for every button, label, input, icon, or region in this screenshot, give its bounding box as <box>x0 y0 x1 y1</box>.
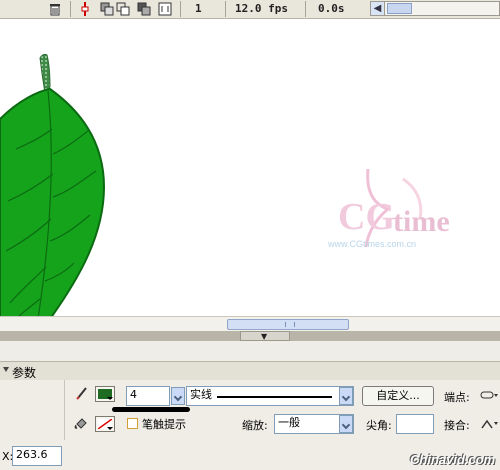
svg-text:time: time <box>393 205 450 238</box>
panel-spacer <box>0 341 500 361</box>
stage-hscrollbar[interactable] <box>0 316 500 332</box>
toolbar-divider <box>70 1 71 17</box>
leaf-body <box>0 87 106 316</box>
frame-rate: 12.0 fps <box>235 2 288 15</box>
cap-label: 端点: <box>444 391 470 404</box>
paint-bucket-icon <box>74 418 87 429</box>
watermark-text: Chinavid.com <box>410 452 496 467</box>
timeline-hscrollbar[interactable]: ◀ <box>370 1 500 16</box>
svg-text:CG: CG <box>338 196 395 238</box>
join-label: 接合: <box>444 419 470 432</box>
stroke-hinting-label: 笔触提示 <box>142 418 186 431</box>
stage-canvas[interactable]: CG time www.CGtimes.com.cn <box>0 19 500 316</box>
svg-text:www.CGtimes.com.cn: www.CGtimes.com.cn <box>327 239 416 249</box>
stroke-width-dropdown[interactable] <box>171 387 185 405</box>
modify-markers-icon[interactable] <box>158 2 172 16</box>
miter-label: 尖角: <box>366 419 392 432</box>
scale-dropdown[interactable] <box>339 415 353 433</box>
dropdown-arrow-icon <box>107 427 113 430</box>
panel-divider <box>64 380 65 440</box>
collapse-toggle[interactable]: ▼ <box>240 331 290 341</box>
fill-color-button[interactable] <box>95 416 115 432</box>
properties-panel-header[interactable]: 参数 <box>0 361 500 381</box>
stroke-width-preview <box>112 407 190 412</box>
trash-icon[interactable] <box>48 2 62 16</box>
current-frame: 1 <box>195 2 202 15</box>
stroke-style-dropdown[interactable] <box>339 387 353 405</box>
pencil-icon <box>76 387 87 400</box>
stroke-style-value: 实线 <box>190 388 212 401</box>
join-icon[interactable] <box>480 418 498 430</box>
stroke-style-preview <box>217 396 332 398</box>
watermark-logo: CG time www.CGtimes.com.cn <box>327 168 450 249</box>
stroke-style-select[interactable]: 实线 <box>186 386 354 406</box>
toolbar-divider <box>305 1 306 17</box>
properties-panel: 4 实线 自定义... 端点: 笔触提示 缩放: 一般 尖角: 接合: X: 2… <box>0 380 500 470</box>
scale-label: 缩放: <box>242 419 268 432</box>
toolbar-divider <box>180 1 181 17</box>
collapse-arrow-icon: ▼ <box>261 332 268 341</box>
scroll-left-icon[interactable]: ◀ <box>371 2 385 15</box>
elapsed-time: 0.0s <box>318 2 345 15</box>
x-position-input[interactable]: 263.6 <box>12 446 62 466</box>
leaf-stem <box>39 53 51 95</box>
expand-arrow-icon[interactable] <box>3 367 9 373</box>
grip-icon <box>285 322 295 327</box>
dropdown-arrow-icon <box>107 397 113 400</box>
edit-multiple-icon[interactable] <box>137 2 151 16</box>
stroke-hinting-checkbox[interactable] <box>127 418 138 429</box>
stroke-width-input[interactable]: 4 <box>126 386 170 406</box>
stage-scroll-thumb[interactable] <box>227 319 349 330</box>
onion-outline-icon[interactable] <box>116 2 130 16</box>
panel-splitter[interactable]: ▼ <box>0 331 500 341</box>
custom-stroke-button[interactable]: 自定义... <box>362 386 434 406</box>
scroll-thumb[interactable] <box>387 3 412 14</box>
cap-icon[interactable] <box>480 390 498 402</box>
miter-input[interactable] <box>396 414 434 434</box>
toolbar-divider <box>225 1 226 17</box>
panel-title: 参数 <box>12 366 37 380</box>
stroke-color-button[interactable] <box>95 386 115 402</box>
playhead-center-icon[interactable] <box>80 2 90 16</box>
onion-skin-icon[interactable] <box>100 2 114 16</box>
timeline-toolbar: 1 12.0 fps 0.0s ◀ <box>0 0 500 19</box>
